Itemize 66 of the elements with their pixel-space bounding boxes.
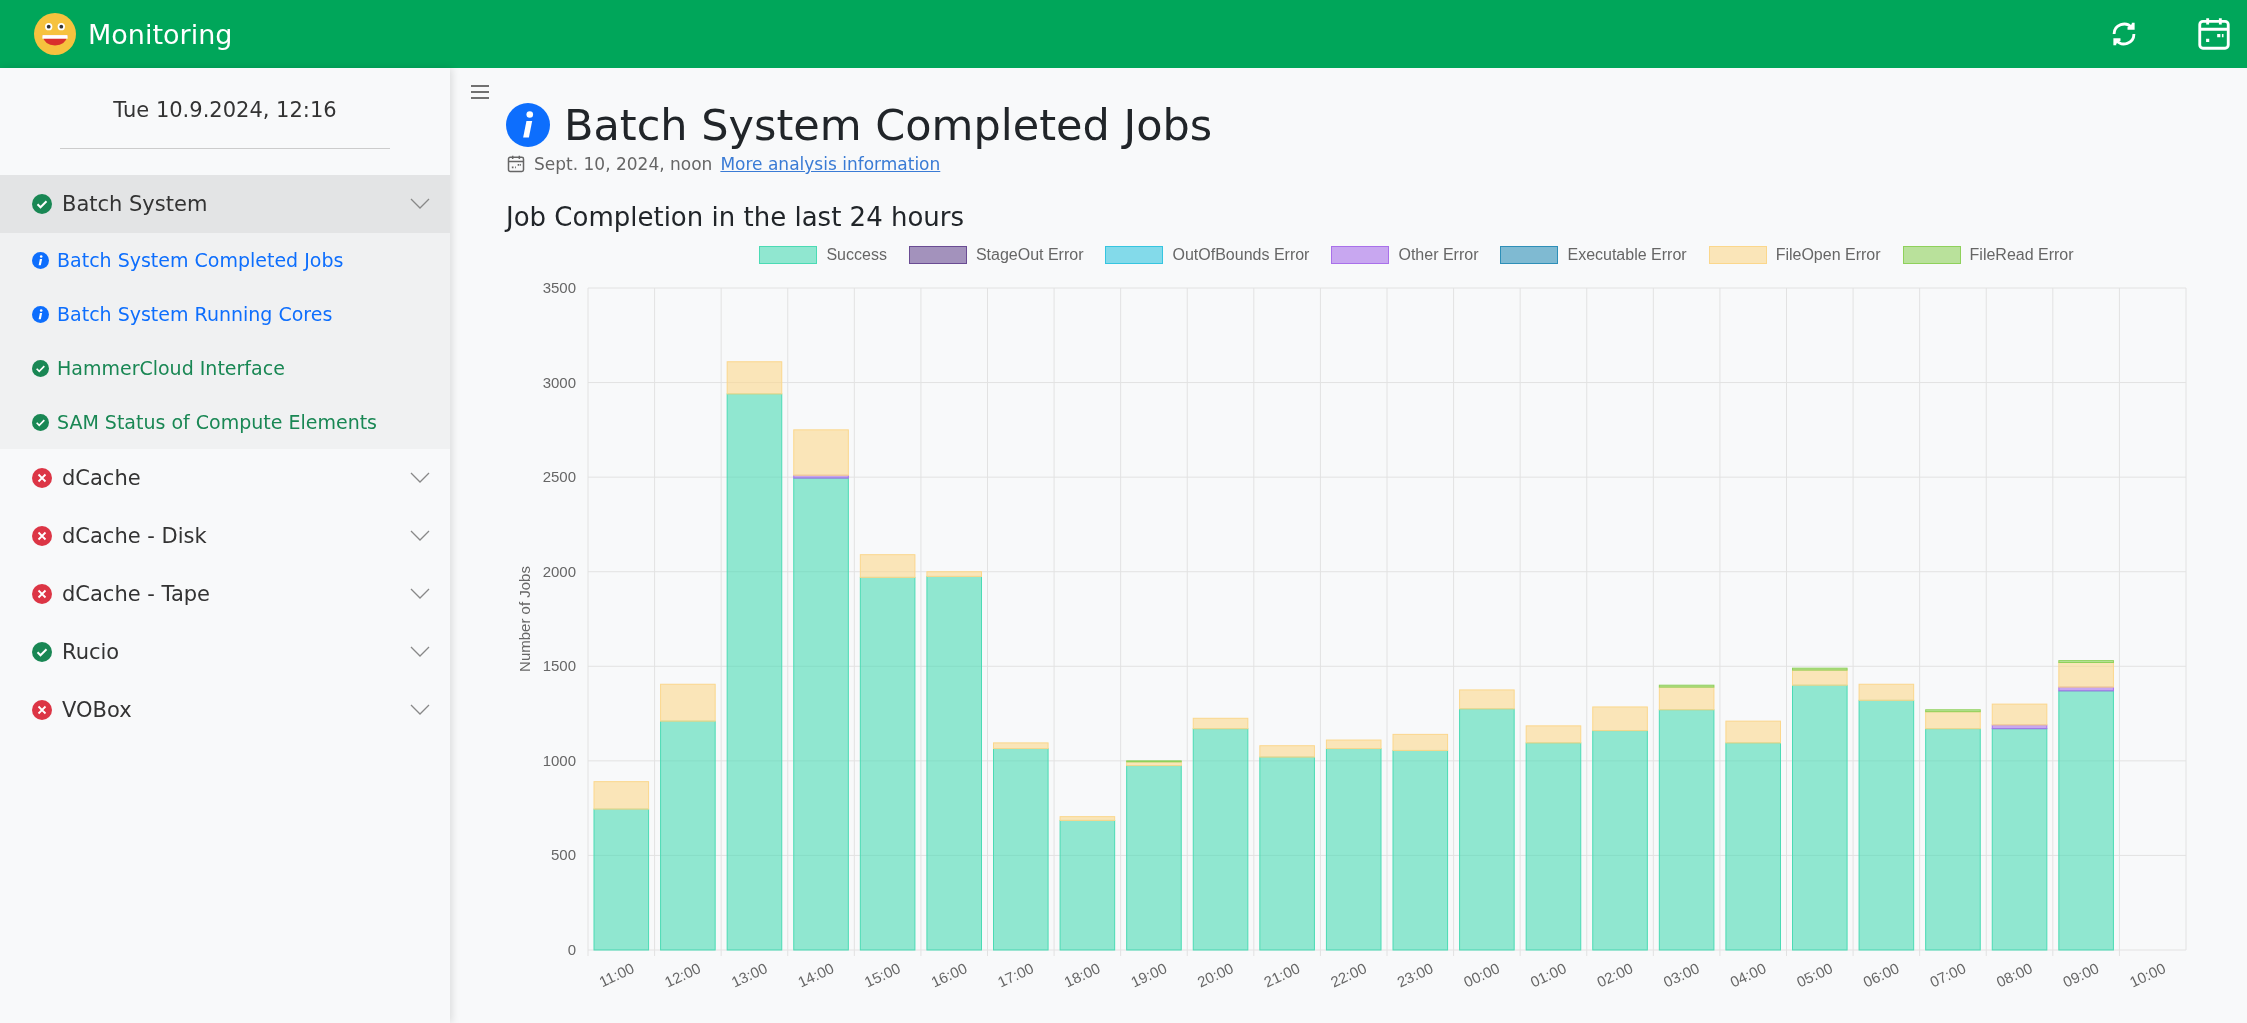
x-tick-label: 11:00 — [596, 959, 637, 991]
sidebar-group[interactable]: Batch System — [0, 175, 450, 233]
sidebar-group[interactable]: VOBox — [0, 681, 450, 739]
x-tick-label: 23:00 — [1394, 959, 1436, 991]
analysis-link[interactable]: More analysis information — [720, 154, 941, 174]
y-tick-label: 3000 — [542, 373, 576, 391]
y-tick-label: 3500 — [542, 279, 576, 296]
sidebar-group[interactable]: dCache — [0, 449, 450, 507]
x-tick-label: 13:00 — [728, 959, 770, 991]
y-tick-label: 0 — [567, 941, 576, 958]
x-tick-label: 15:00 — [861, 959, 903, 991]
legend-label: Other Error — [1398, 246, 1479, 264]
chevron-icon — [410, 530, 430, 542]
x-tick-label: 05:00 — [1793, 959, 1836, 991]
x-tick-label: 02:00 — [1594, 959, 1636, 991]
y-tick-label: 1500 — [542, 657, 576, 675]
menu-button[interactable] — [470, 84, 492, 100]
sidebar-link[interactable]: HammerCloud Interface — [0, 341, 450, 395]
sidebar-group[interactable]: Rucio — [0, 623, 450, 681]
legend-label: OutOfBounds Error — [1172, 246, 1310, 264]
x-tick-label: 07:00 — [1927, 959, 1969, 991]
page-title: Batch System Completed Jobs — [564, 100, 1213, 150]
sidebar-link[interactable]: SAM Status of Compute Elements — [0, 395, 450, 449]
x-tick-label: 04:00 — [1727, 959, 1769, 991]
sidebar-link[interactable]: Batch System Completed Jobs — [0, 233, 450, 287]
x-tick-label: 17:00 — [994, 959, 1037, 991]
chevron-icon — [410, 198, 430, 210]
calendar-button[interactable] — [2195, 15, 2233, 53]
report-date: Sept. 10, 2024, noon — [534, 154, 713, 174]
x-tick-label: 20:00 — [1194, 959, 1236, 991]
calendar-icon — [506, 154, 526, 174]
x-tick-label: 21:00 — [1261, 959, 1303, 991]
chevron-icon — [410, 588, 430, 600]
y-tick-label: 2500 — [542, 468, 576, 486]
x-tick-label: 16:00 — [928, 959, 970, 991]
legend-label: StageOut Error — [975, 246, 1084, 264]
chevron-icon — [410, 704, 430, 716]
sidebar-link[interactable]: Batch System Running Cores — [0, 287, 450, 341]
legend-label: FileOpen Error — [1775, 246, 1881, 264]
x-tick-label: 10:00 — [2126, 959, 2168, 991]
x-tick-label: 14:00 — [795, 959, 837, 991]
x-tick-label: 08:00 — [1993, 959, 2035, 991]
x-tick-label: 12:00 — [661, 959, 704, 991]
x-tick-label: 19:00 — [1128, 959, 1170, 991]
chevron-icon — [410, 472, 430, 484]
y-tick-label: 2000 — [542, 562, 576, 580]
x-tick-label: 22:00 — [1327, 959, 1369, 991]
x-tick-label: 03:00 — [1660, 959, 1702, 991]
section-title: Job Completion in the last 24 hours — [506, 202, 966, 232]
y-tick-label: 1000 — [542, 751, 576, 769]
y-tick-label: 500 — [550, 846, 576, 864]
legend-label: Executable Error — [1567, 246, 1687, 264]
sidebar-group[interactable]: dCache - Disk — [0, 507, 450, 565]
y-axis-title: Number of Jobs — [516, 566, 533, 672]
chevron-icon — [410, 646, 430, 658]
smiley-logo-icon — [34, 13, 76, 55]
current-datetime: Tue 10.9.2024, 12:16 — [60, 98, 390, 149]
x-tick-label: 06:00 — [1860, 959, 1902, 991]
x-tick-label: 00:00 — [1460, 959, 1503, 991]
x-tick-label: 18:00 — [1061, 959, 1103, 991]
sidebar-group[interactable]: dCache - Tape — [0, 565, 450, 623]
legend-label: FileRead Error — [1969, 246, 2074, 264]
x-tick-label: 01:00 — [1527, 959, 1569, 991]
x-tick-label: 09:00 — [2060, 959, 2102, 991]
legend-label: Success — [826, 246, 887, 264]
app-title: Monitoring — [88, 18, 233, 50]
